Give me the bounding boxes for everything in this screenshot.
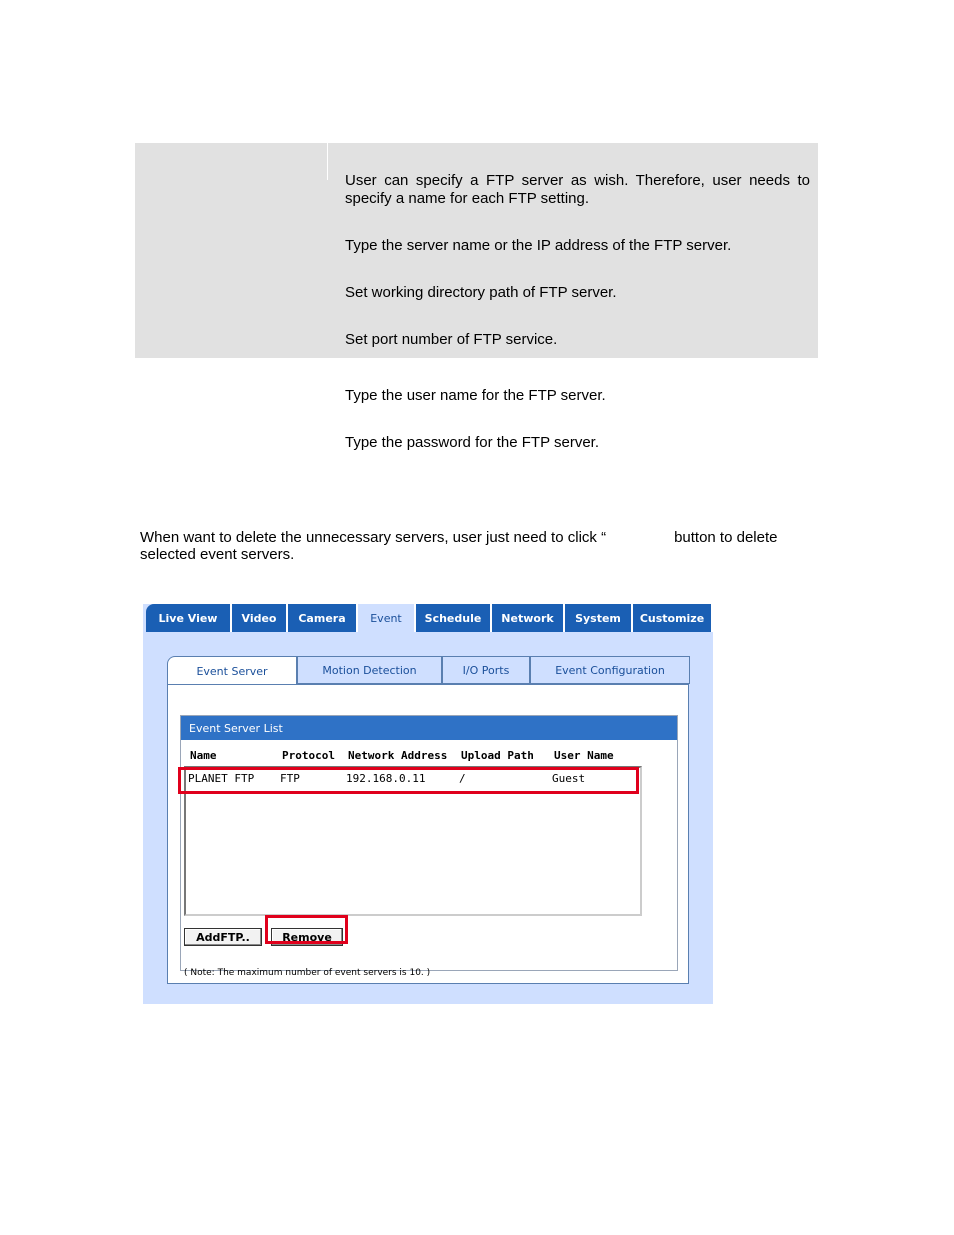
column-network-address: Network Address [348,749,448,762]
network-address-description: Type the server name or the IP address o… [345,237,732,254]
selected-row-highlight [178,767,639,794]
event-server-panel: Event Server List Name Protocol Network … [167,684,689,984]
paragraph-line2: selected event servers. [140,546,295,563]
add-ftp-button[interactable]: AddFTP.. [184,928,262,946]
paragraph-line1-end: button to delete [674,529,778,546]
event-server-screenshot: Live View Video Camera Event Schedule Ne… [143,604,713,1004]
column-user-name: User Name [554,749,614,762]
port-description: Set port number of FTP service. [345,331,558,348]
max-servers-note: ( Note: The maximum number of event serv… [184,968,431,978]
tab-system[interactable]: System [565,604,633,632]
tab-event[interactable]: Event [358,604,416,632]
list-title: Event Server List [181,716,677,740]
column-protocol: Protocol [282,749,335,762]
remove-button-highlight [265,915,348,944]
list-column-headers: Name Protocol Network Address Upload Pat… [181,749,677,763]
upload-path-description: Set working directory path of FTP server… [345,284,617,301]
paragraph-line1-start: When want to delete the unnecessary serv… [140,529,607,546]
column-upload-path: Upload Path [461,749,534,762]
subtab-motion-detection[interactable]: Motion Detection [297,656,442,684]
tab-live-view[interactable]: Live View [146,604,232,632]
tab-network[interactable]: Network [492,604,565,632]
event-server-list: Event Server List Name Protocol Network … [180,715,678,978]
user-name-description: Type the user name for the FTP server. [345,387,606,404]
sub-nav: Event Server Motion Detection I/O Ports … [167,656,690,686]
delete-instruction-paragraph: When want to delete the unnecessary serv… [140,529,810,563]
subtab-io-ports[interactable]: I/O Ports [442,656,530,684]
password-description: Type the password for the FTP server. [345,434,600,451]
tab-video[interactable]: Video [232,604,288,632]
tab-schedule[interactable]: Schedule [416,604,492,632]
tab-camera[interactable]: Camera [288,604,358,632]
subtab-event-server[interactable]: Event Server [167,656,297,686]
column-divider [327,143,328,180]
server-name-description: User can specify a FTP server as wish. T… [345,172,810,207]
tab-customize[interactable]: Customize [633,604,713,632]
main-nav: Live View Video Camera Event Schedule Ne… [143,604,713,632]
subtab-event-configuration[interactable]: Event Configuration [530,656,690,684]
column-name: Name [190,749,217,762]
